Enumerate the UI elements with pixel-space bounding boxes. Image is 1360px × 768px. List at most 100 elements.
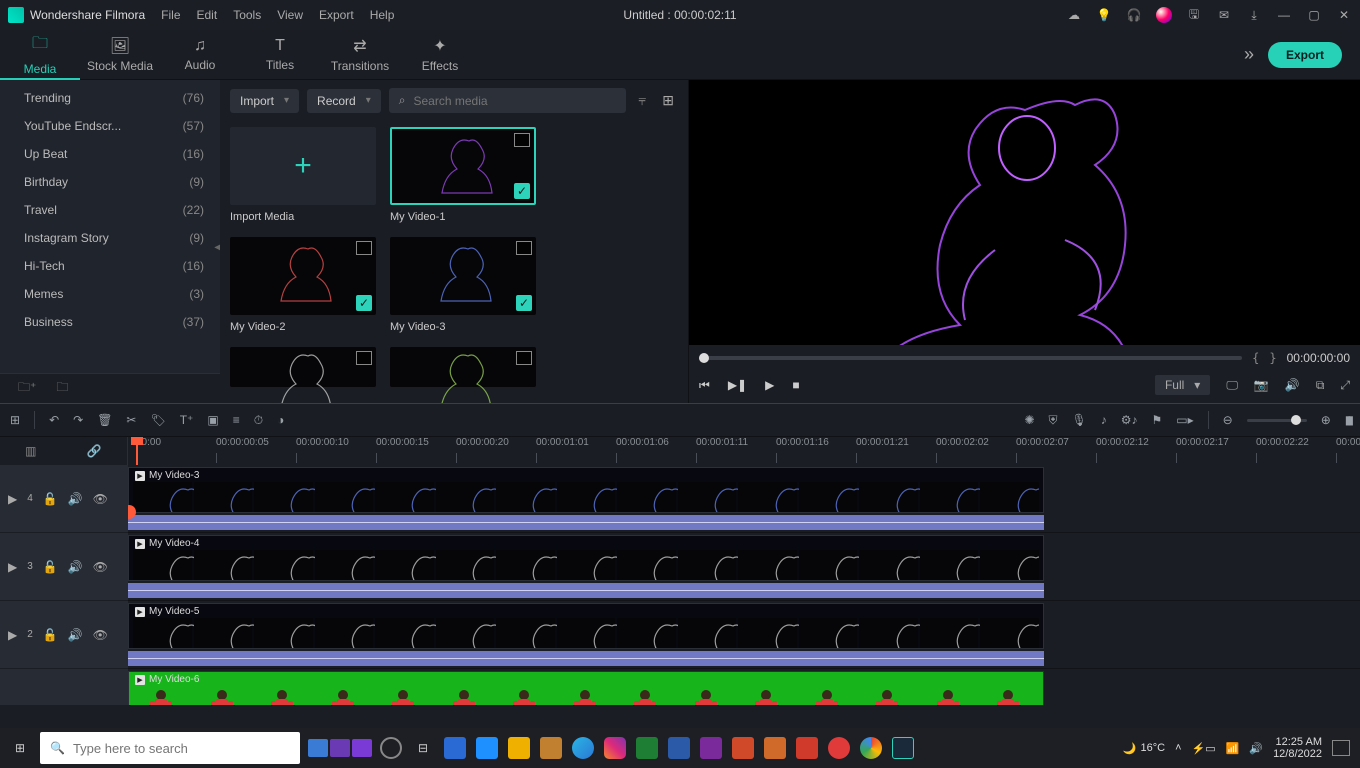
mixer-icon[interactable]: ⚙♪	[1121, 413, 1138, 427]
cut-icon[interactable]: ✂	[126, 413, 136, 427]
account-avatar-icon[interactable]	[1156, 7, 1172, 23]
render-icon[interactable]: ▭▸	[1176, 413, 1193, 427]
marker-icon[interactable]: ⚑	[1152, 413, 1163, 427]
tips-icon[interactable]: 💡	[1096, 7, 1112, 23]
preview-quality-select[interactable]: Full ▾	[1155, 375, 1210, 395]
timeline-clip[interactable]: ▶My Video-3	[128, 467, 1044, 513]
play-icon[interactable]: ▶	[765, 378, 774, 393]
track-body[interactable]: ▶My Video-6	[128, 669, 1360, 705]
delete-icon[interactable]: 🗑	[97, 413, 112, 427]
sidebar-item[interactable]: Business(37)	[0, 308, 220, 336]
compare-icon[interactable]: ⧉	[1316, 378, 1325, 393]
zoom-out-icon[interactable]: ⊖	[1223, 413, 1233, 427]
mute-icon[interactable]: 🔊	[68, 628, 83, 642]
track-manager-icon[interactable]: ▥	[25, 444, 36, 458]
task-view-icon[interactable]: ⊟	[412, 737, 434, 759]
play-pause-icon[interactable]: ▶❚	[728, 378, 747, 393]
track-toggle-icon[interactable]: ▶	[8, 560, 17, 574]
stop-icon[interactable]: ■	[792, 378, 799, 393]
app-icon[interactable]	[444, 737, 466, 759]
timeline-clip[interactable]: ▶My Video-5	[128, 603, 1044, 649]
menu-view[interactable]: View	[277, 8, 303, 22]
cloud-icon[interactable]: ☁	[1066, 7, 1082, 23]
save-icon[interactable]: 🖫	[1186, 7, 1202, 23]
lock-icon[interactable]: 🔓	[43, 560, 58, 574]
taskbar-search[interactable]: 🔍	[40, 732, 300, 764]
zoom-slider[interactable]	[1247, 419, 1307, 422]
redo-icon[interactable]: ↷	[73, 413, 83, 427]
sidebar-item[interactable]: Travel(22)	[0, 196, 220, 224]
audio-strip[interactable]	[128, 583, 1044, 598]
zoom-in-icon[interactable]: ⊕	[1321, 413, 1331, 427]
import-dropdown[interactable]: Import ▾	[230, 89, 299, 113]
mute-icon[interactable]: 🔊	[68, 560, 83, 574]
media-thumbnail[interactable]	[390, 347, 536, 387]
open-folder-icon[interactable]: 🗀	[56, 378, 68, 399]
onenote-icon[interactable]	[700, 737, 722, 759]
fullscreen-icon[interactable]: ⤢	[1340, 378, 1350, 393]
tab-stock-media[interactable]: 🖼 Stock Media	[80, 36, 160, 73]
speed-icon[interactable]: ⏱	[254, 413, 263, 428]
timeline-ruler[interactable]: 00:0000:00:00:0500:00:00:1000:00:00:1500…	[128, 437, 1360, 465]
menu-edit[interactable]: Edit	[197, 8, 218, 22]
visibility-icon[interactable]: 👁	[93, 560, 108, 574]
taskbar-clock[interactable]: 12:25 AM 12/8/2022	[1273, 736, 1322, 760]
word-icon[interactable]	[668, 737, 690, 759]
powerpoint-icon[interactable]	[796, 737, 818, 759]
mark-out-icon[interactable]: }	[1269, 351, 1276, 365]
timeline-clip[interactable]: ▶My Video-6	[128, 671, 1044, 705]
track-body[interactable]: ▶My Video-5	[128, 601, 1360, 669]
equalizer-icon[interactable]: ≡	[233, 413, 240, 427]
volume-icon[interactable]: 🔊	[1285, 378, 1300, 392]
outlook-icon[interactable]	[764, 737, 786, 759]
taskbar-search-input[interactable]	[73, 741, 290, 756]
instagram-icon[interactable]	[604, 737, 626, 759]
collapse-sidebar-icon[interactable]: ◀	[214, 242, 220, 253]
sidebar-item[interactable]: Hi-Tech(16)	[0, 252, 220, 280]
tab-titles[interactable]: T Titles	[240, 37, 320, 72]
display-icon[interactable]: 🖵	[1226, 378, 1238, 393]
preview-viewport[interactable]	[689, 80, 1360, 345]
lock-icon[interactable]: 🔓	[43, 492, 58, 506]
tab-effects[interactable]: ✦ Effects	[400, 36, 480, 73]
media-thumbnail[interactable]	[230, 347, 376, 387]
sidebar-item[interactable]: Memes(3)	[0, 280, 220, 308]
sidebar-item[interactable]: Instagram Story(9)	[0, 224, 220, 252]
audio-strip[interactable]	[128, 651, 1044, 666]
tab-audio[interactable]: ♫ Audio	[160, 37, 240, 72]
download-icon[interactable]: ⤓	[1246, 7, 1262, 23]
color-icon[interactable]: ◑	[277, 413, 284, 427]
edge-icon[interactable]	[572, 737, 594, 759]
tab-media[interactable]: 🗀 Media	[0, 30, 80, 80]
record-dropdown[interactable]: Record ▾	[307, 89, 381, 113]
tray-chevron-icon[interactable]: ˄	[1175, 742, 1181, 754]
layout-icon[interactable]: ⊞	[10, 413, 20, 427]
chrome-icon[interactable]	[860, 737, 882, 759]
playhead[interactable]	[136, 437, 138, 465]
media-thumbnail[interactable]: ✓My Video-1	[390, 127, 536, 223]
mark-in-icon[interactable]: {	[1252, 351, 1259, 365]
search-media[interactable]: ⌕	[389, 88, 627, 113]
close-icon[interactable]: ✕	[1336, 7, 1352, 23]
snapshot-icon[interactable]: 📷	[1254, 378, 1269, 392]
access-icon[interactable]	[732, 737, 754, 759]
track-toggle-icon[interactable]: ▶	[8, 492, 17, 506]
wifi-icon[interactable]: 📶	[1226, 742, 1240, 755]
tab-transitions[interactable]: ⇄ Transitions	[320, 36, 400, 73]
scrub-track[interactable]	[699, 356, 1242, 360]
cortana-icon[interactable]	[380, 737, 402, 759]
text-add-icon[interactable]: T⁺	[180, 413, 194, 427]
sidebar-item[interactable]: YouTube Endscr...(57)	[0, 112, 220, 140]
media-thumbnail[interactable]: ✓My Video-3	[390, 237, 536, 333]
visibility-icon[interactable]: 👁	[93, 492, 108, 506]
import-media-tile[interactable]: +Import Media	[230, 127, 376, 223]
menu-export[interactable]: Export	[319, 8, 354, 22]
export-button[interactable]: Export	[1268, 42, 1342, 68]
start-button[interactable]: ⊞	[0, 728, 40, 768]
maximize-icon[interactable]: ▢	[1306, 7, 1322, 23]
link-icon[interactable]: 🔗	[87, 444, 102, 458]
weather-widget[interactable]: 🌙 16°C	[1123, 742, 1165, 755]
explorer-icon[interactable]	[508, 737, 530, 759]
sidebar-item[interactable]: Trending(76)	[0, 84, 220, 112]
grid-view-icon[interactable]: ⊞	[658, 92, 678, 109]
